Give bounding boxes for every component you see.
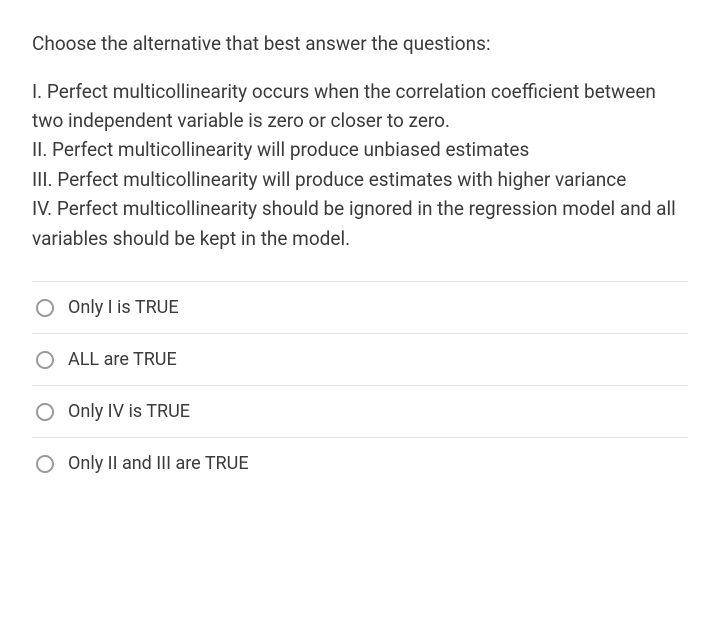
option-4[interactable]: Only II and III are TRUE — [32, 437, 688, 489]
question-intro: Choose the alternative that best answer … — [32, 30, 688, 59]
option-label: Only IV is TRUE — [68, 401, 190, 422]
option-3[interactable]: Only IV is TRUE — [32, 385, 688, 437]
radio-icon[interactable] — [36, 403, 54, 421]
option-label: Only II and III are TRUE — [68, 453, 249, 474]
statement-1: I. Perfect multicollinearity occurs when… — [32, 77, 688, 136]
statements-block: I. Perfect multicollinearity occurs when… — [32, 77, 688, 254]
radio-icon[interactable] — [36, 351, 54, 369]
radio-icon[interactable] — [36, 455, 54, 473]
option-label: Only I is TRUE — [68, 297, 179, 318]
option-1[interactable]: Only I is TRUE — [32, 281, 688, 333]
option-label: ALL are TRUE — [68, 349, 177, 370]
statement-4: IV. Perfect multicollinearity should be … — [32, 194, 688, 253]
statement-3: III. Perfect multicollinearity will prod… — [32, 165, 688, 194]
radio-icon[interactable] — [36, 299, 54, 317]
statement-2: II. Perfect multicollinearity will produ… — [32, 135, 688, 164]
options-list: Only I is TRUE ALL are TRUE Only IV is T… — [32, 281, 688, 489]
option-2[interactable]: ALL are TRUE — [32, 333, 688, 385]
